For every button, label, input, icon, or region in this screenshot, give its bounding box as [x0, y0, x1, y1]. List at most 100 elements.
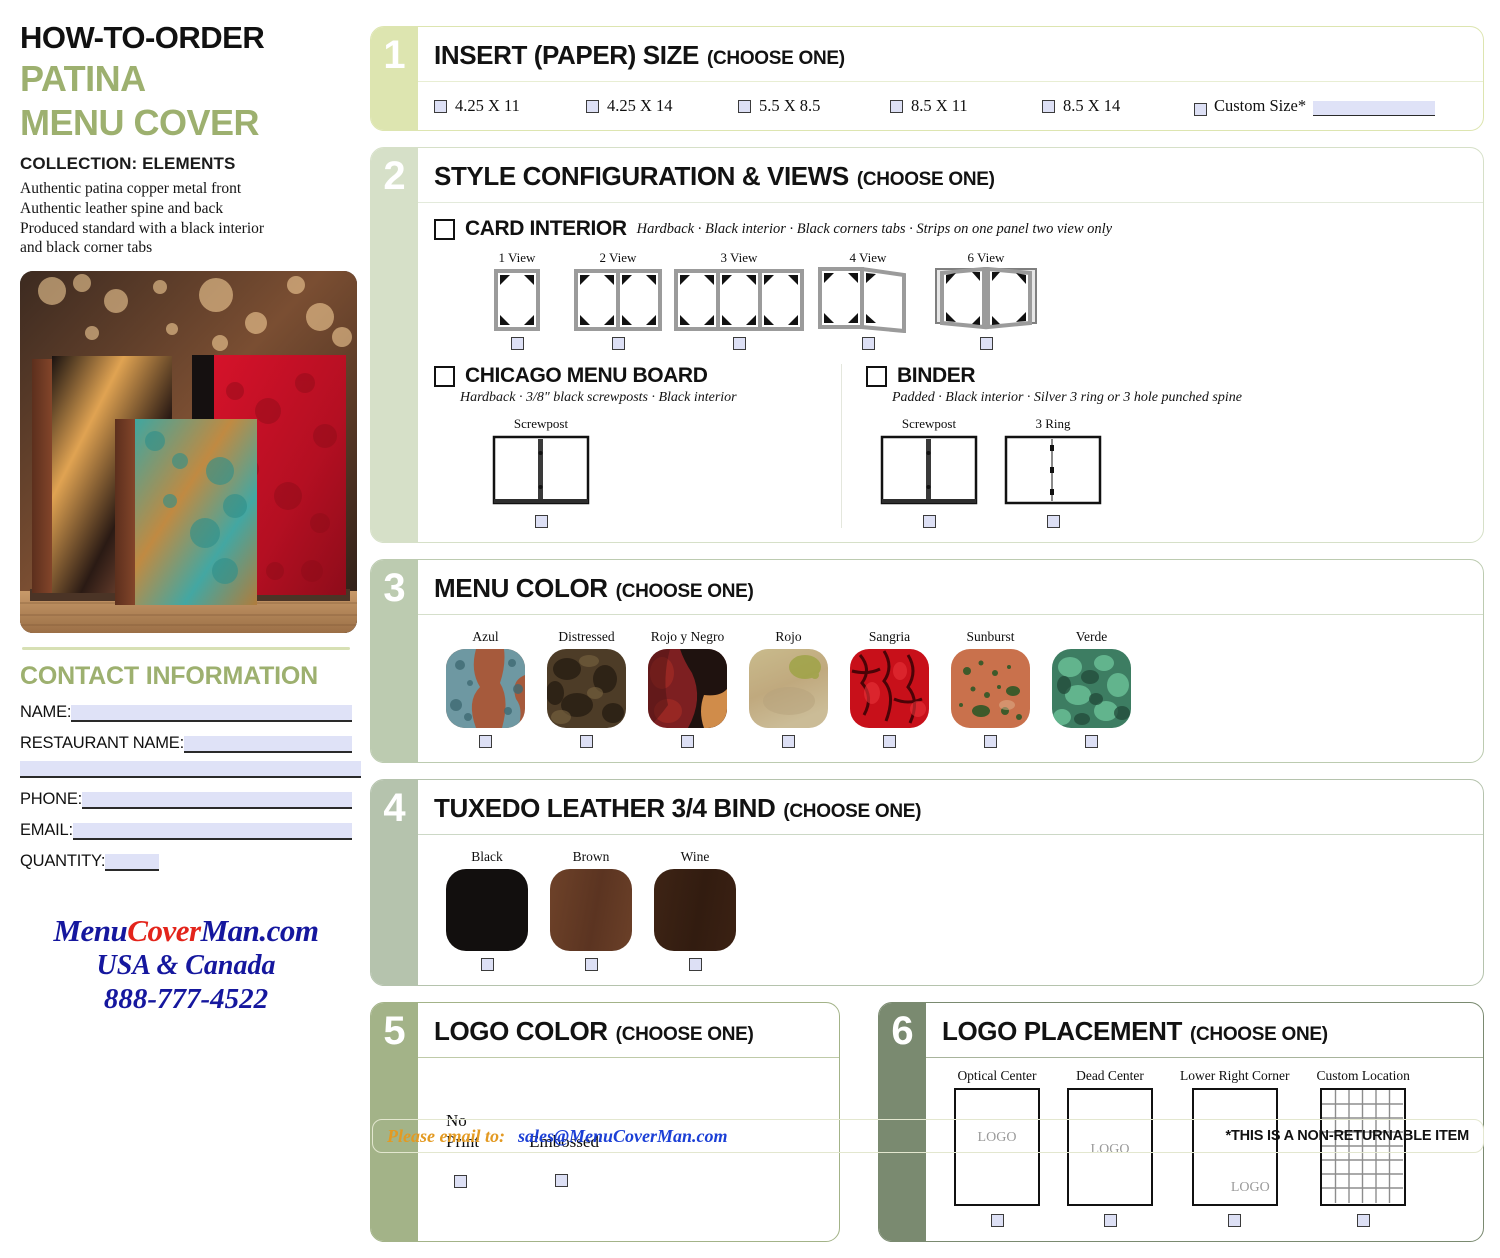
swatch-distressed[interactable] [547, 649, 626, 728]
swatch-verde[interactable] [1052, 649, 1131, 728]
restaurant-name-input[interactable] [183, 735, 352, 753]
custom-size-option[interactable]: Custom Size* [1194, 96, 1467, 116]
custom-size-input[interactable] [1313, 101, 1436, 116]
card-interior-option[interactable]: CARD INTERIOR Hardback · Black interior … [434, 217, 1467, 241]
collection-label: COLLECTION: ELEMENTS [20, 154, 236, 174]
name-input[interactable] [71, 704, 352, 722]
paper-size-options: 4.25 X 11 4.25 X 14 5.5 X 8.5 8.5 X 11 8… [434, 96, 1467, 116]
checkbox-placement-lower-right-corner[interactable] [1228, 1214, 1242, 1227]
checkbox-custom-size[interactable] [1194, 103, 1207, 116]
restaurant-name-input-line2[interactable] [20, 760, 361, 778]
section-5-subtitle: (CHOOSE ONE) [615, 1024, 754, 1045]
screwpost-diagram [880, 435, 978, 505]
swatch-sunburst[interactable] [951, 649, 1030, 728]
checkbox-color-sunburst[interactable] [984, 735, 997, 748]
chicago-desc: Hardback · 3/8" black screwposts · Black… [460, 390, 737, 405]
email-input[interactable] [72, 822, 352, 840]
swatch-leather-brown[interactable] [550, 869, 632, 951]
view-option-4[interactable]: 4 View [810, 250, 926, 350]
checkbox-chicago-screwpost[interactable] [534, 515, 548, 528]
swatch-sangria[interactable] [850, 649, 929, 728]
menu-color-swatches: Azul Distressed Rojo y Negro Rojo Sangri… [434, 629, 1467, 748]
checkbox-view-1[interactable] [510, 337, 524, 350]
checkbox-5_5x8_5[interactable] [738, 99, 751, 113]
checkbox-8_5x11[interactable] [890, 99, 903, 113]
description-line: and black corner tabs [20, 239, 153, 257]
view-option-2[interactable]: 2 View [568, 250, 668, 350]
checkbox-binder-3ring[interactable] [1046, 515, 1060, 528]
placement-label: Lower Right Corner [1180, 1068, 1290, 1083]
checkbox-color-sangria[interactable] [883, 735, 896, 748]
swatch-leather-wine[interactable] [654, 869, 736, 951]
menu-color-option-verde[interactable]: Verde [1052, 629, 1131, 748]
menu-color-option-rojo-y-negro[interactable]: Rojo y Negro [648, 629, 727, 748]
checkbox-4_25x14[interactable] [586, 99, 599, 113]
menu-color-option-azul[interactable]: Azul [446, 629, 525, 748]
checkbox-leather-black[interactable] [480, 958, 494, 971]
swatch-label: Distressed [558, 629, 615, 644]
checkbox-4_25x11[interactable] [434, 99, 447, 113]
view-label: 6 View [967, 250, 1005, 265]
swatch-rojo[interactable] [749, 649, 828, 728]
checkbox-binder[interactable] [866, 365, 887, 387]
checkbox-color-rojo-y-negro[interactable] [681, 735, 694, 748]
checkbox-logo-embossed[interactable] [555, 1174, 569, 1188]
view-option-6[interactable]: 6 View [926, 250, 1046, 350]
checkbox-color-verde[interactable] [1085, 735, 1098, 748]
card-interior-desc: Hardback · Black interior · Black corner… [636, 220, 1113, 237]
card-interior-views: 1 View 2 View 3 View 4 View 6 View [434, 250, 1467, 350]
view-diagram-4 [818, 267, 918, 333]
menu-color-option-sunburst[interactable]: Sunburst [951, 629, 1030, 748]
checkbox-view-2[interactable] [611, 337, 625, 350]
footer-please-email: Please email to: [387, 1125, 505, 1146]
checkbox-chicago-menu-board[interactable] [434, 365, 455, 387]
binder-3ring-option[interactable]: 3 Ring [1004, 416, 1102, 528]
phone-field-row: PHONE: [20, 790, 352, 809]
chicago-menu-board-option[interactable]: CHICAGO MENU BOARD [434, 364, 827, 388]
leather-option-wine[interactable]: Wine [654, 849, 736, 971]
checkbox-card-interior[interactable] [434, 218, 455, 240]
checkbox-color-rojo[interactable] [782, 735, 795, 748]
footer-email-link[interactable]: sales@MenuCoverMan.com [518, 1126, 728, 1147]
checkbox-color-distressed[interactable] [580, 735, 593, 748]
swatch-leather-black[interactable] [446, 869, 528, 951]
checkbox-view-3[interactable] [732, 337, 746, 350]
leather-option-brown[interactable]: Brown [550, 849, 632, 971]
quantity-label: QUANTITY: [20, 851, 106, 870]
view-option-3[interactable]: 3 View [668, 250, 810, 350]
section-menu-color: 3 MENU COLOR (CHOOSE ONE) Azul Distresse… [370, 559, 1484, 763]
checkbox-placement-custom-location[interactable] [1356, 1214, 1370, 1227]
leather-option-black[interactable]: Black [446, 849, 528, 971]
checkbox-placement-dead-center[interactable] [1103, 1214, 1117, 1227]
brand-website[interactable]: MenuCoverMan.com [20, 913, 352, 949]
description-line: Authentic leather spine and back [20, 199, 224, 217]
paper-size-option[interactable]: 8.5 X 14 [1042, 96, 1194, 116]
checkbox-color-azul[interactable] [479, 735, 492, 748]
binder-screwpost-option[interactable]: Screwpost [880, 416, 978, 528]
phone-input[interactable] [82, 791, 352, 809]
checkbox-view-6[interactable] [979, 337, 993, 350]
swatch-azul[interactable] [446, 649, 525, 728]
email-field-row: EMAIL: [20, 821, 352, 840]
menu-color-option-distressed[interactable]: Distressed [547, 629, 626, 748]
paper-size-option[interactable]: 8.5 X 11 [890, 96, 1042, 116]
paper-size-option[interactable]: 5.5 X 8.5 [738, 96, 890, 116]
paper-size-option[interactable]: 4.25 X 11 [434, 96, 586, 116]
menu-color-option-sangria[interactable]: Sangria [850, 629, 929, 748]
checkbox-logo-no-print[interactable] [454, 1174, 467, 1188]
menu-color-option-rojo[interactable]: Rojo [749, 629, 828, 748]
checkbox-placement-optical-center[interactable] [990, 1214, 1004, 1227]
checkbox-view-4[interactable] [861, 337, 875, 350]
view-option-1[interactable]: 1 View [466, 250, 568, 350]
checkbox-leather-wine[interactable] [688, 958, 702, 971]
checkbox-leather-brown[interactable] [584, 958, 598, 971]
binder-option[interactable]: BINDER [866, 364, 1467, 388]
product-description: Authentic patina copper metal front Auth… [20, 179, 352, 258]
chicago-screwpost-option[interactable]: Screwpost [492, 416, 590, 528]
swatch-rojo-y-negro[interactable] [648, 649, 727, 728]
checkbox-8_5x14[interactable] [1042, 99, 1055, 113]
paper-size-option[interactable]: 4.25 X 14 [586, 96, 738, 116]
quantity-input[interactable] [105, 853, 160, 871]
brand-phone[interactable]: 888-777-4522 [20, 983, 352, 1016]
checkbox-binder-screwpost[interactable] [922, 515, 936, 528]
